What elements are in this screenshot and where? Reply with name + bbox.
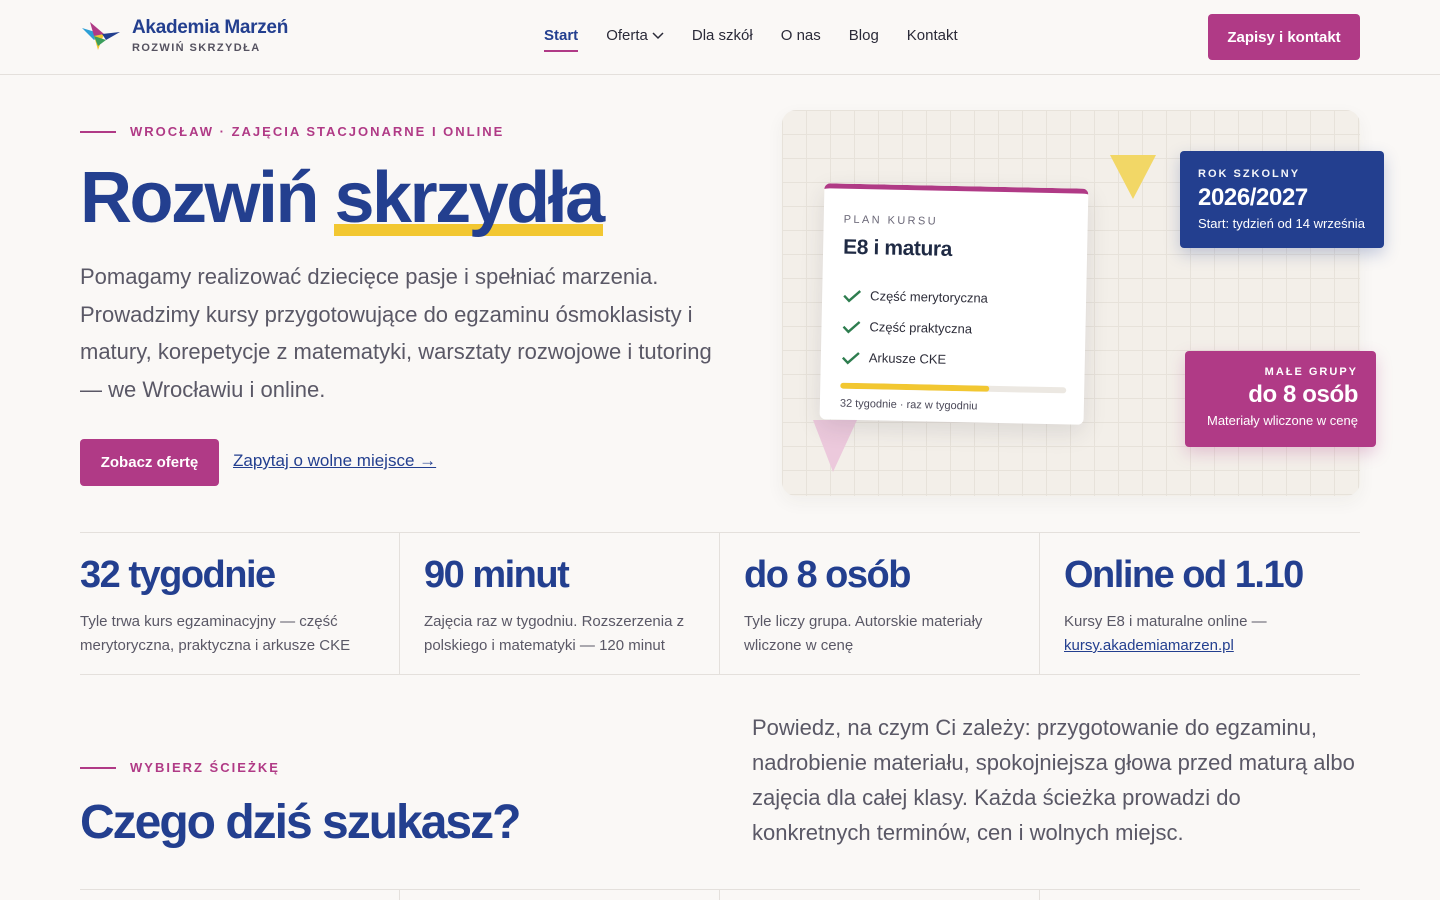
path-cards-top-edge [80,889,1360,900]
section-eyebrow: WYBIERZ ŚCIEŻKĘ [80,760,280,775]
hero-title-highlight: skrzydła [334,158,605,238]
plan-progress-bar [840,382,1067,394]
nav-item-o-nas[interactable]: O nas [781,27,821,50]
plan-meta: 32 tygodnie · raz w tygodniu [839,397,978,413]
stat-online: Online od 1.10 Kursy E8 i maturalne onli… [1040,533,1360,674]
bird-logo-icon [82,22,120,50]
brand-text: Akademia Marzeń ROZWIŃ SKRZYDŁA [132,17,289,55]
small-groups-value: do 8 osób [1248,381,1358,408]
small-groups-label: MAŁE GRUPY [1264,366,1358,378]
signup-contact-button[interactable]: Zapisy i kontakt [1208,14,1360,60]
path-card-edge [1040,890,1360,900]
nav-label: Kontakt [906,27,958,44]
plan-item-label: Część merytoryczna [869,288,989,306]
nav-item-kontakt[interactable]: Kontakt [907,27,958,50]
plan-item-label: Część praktyczna [869,319,973,337]
see-offer-button[interactable]: Zobacz ofertę [80,439,219,486]
eyebrow-line [80,130,116,133]
stat-value: 32 tygodnie [80,554,276,596]
stat-description: Tyle trwa kurs egzaminacyjny — część mer… [80,613,351,654]
hero-title: Rozwiń skrzydła [80,156,605,240]
stat-group-size: do 8 osób Tyle liczy grupa. Autorskie ma… [720,533,1040,674]
hero-description: Pomagamy realizować dziecięce pasje i sp… [80,264,712,402]
path-card-edge [80,890,400,900]
nav-label: Oferta [606,27,648,44]
stat-description: Tyle liczy grupa. Autorskie materiały wl… [744,613,983,654]
school-year-badge: ROK SZKOLNY 2026/2027 Start: tydzień od … [1180,151,1384,248]
plan-title: E8 i matura [842,235,953,261]
small-groups-badge: MAŁE GRUPY do 8 osób Materiały wliczone … [1185,351,1376,447]
chevron-down-icon [652,31,664,39]
hero-title-main: Rozwiń [80,158,319,238]
section-description: Powiedz, na czym Ci zależy: przygotowani… [752,715,1355,845]
eyebrow-line [80,766,116,769]
brand-name: Akademia Marzeń [132,17,289,38]
section-title: Czego dziś szukasz? [80,796,521,849]
stat-description: Kursy E8 i maturalne online — kursy.akad… [1064,610,1336,658]
nav-item-blog[interactable]: Blog [849,27,879,50]
hero-eyebrow-text: WROCŁAW · ZAJĘCIA STACJONARNE I ONLINE [130,124,505,139]
yellow-triangle-decoration [1110,155,1156,199]
plan-checklist-item: Arkusze CKE [841,342,1066,378]
nav-item-oferta[interactable]: Oferta [606,27,664,50]
pink-triangle-decoration [813,420,857,472]
check-icon [843,289,862,302]
stat-description-text: Kursy E8 i maturalne online — [1064,613,1267,630]
brand-tagline: ROZWIŃ SKRZYDŁA [132,42,261,54]
online-courses-link[interactable]: kursy.akademiamarzen.pl [1064,637,1234,654]
path-card-edge [720,890,1040,900]
plan-checklist-item: Część praktyczna [841,311,1066,347]
plan-checklist: Część merytoryczna Część praktyczna Arku… [841,280,1067,378]
school-year-start: Start: tydzień od 14 września [1198,216,1365,231]
stat-description: Zajęcia raz w tygodniu. Rozszerzenia z p… [424,613,685,654]
school-year-value: 2026/2027 [1198,184,1308,211]
nav-item-start[interactable]: Start [544,27,579,52]
brand-logo-link[interactable]: Akademia Marzeń ROZWIŃ SKRZYDŁA [80,18,288,54]
nav-label: Blog [848,27,879,44]
stat-duration: 32 tygodnie Tyle trwa kurs egzaminacyjny… [80,533,400,674]
plan-label: PLAN KURSU [843,213,939,228]
section-eyebrow-text: WYBIERZ ŚCIEŻKĘ [130,760,280,775]
plan-checklist-item: Część merytoryczna [842,280,1067,316]
check-icon [842,320,861,333]
nav-item-dla-szkol[interactable]: Dla szkół [692,27,753,50]
ask-free-spot-link[interactable]: Zapytaj o wolne miejsce → [233,451,436,471]
stats-row: 32 tygodnie Tyle trwa kurs egzaminacyjny… [80,532,1360,675]
check-icon [841,351,860,364]
plan-item-label: Arkusze CKE [868,350,947,367]
nav-label: Dla szkół [691,27,753,44]
course-plan-card: PLAN KURSU E8 i matura Część merytoryczn… [819,183,1089,425]
stat-lesson-length: 90 minut Zajęcia raz w tygodniu. Rozszer… [400,533,720,674]
plan-progress-fill [840,382,990,392]
stat-value: do 8 osób [744,554,911,596]
hero-eyebrow: WROCŁAW · ZAJĘCIA STACJONARNE I ONLINE [80,124,504,139]
school-year-label: ROK SZKOLNY [1198,168,1301,180]
path-card-edge [400,890,720,900]
nav-label: O nas [780,27,821,44]
stat-value: 90 minut [424,554,570,596]
site-header: Akademia Marzeń ROZWIŃ SKRZYDŁA Start Of… [0,0,1440,75]
small-groups-sub: Materiały wliczone w cenę [1206,413,1358,428]
stat-value: Online od 1.10 [1064,554,1304,596]
nav-label: Start [544,27,579,44]
main-nav: Start Oferta Dla szkół O nas Blog Kontak… [544,27,958,52]
